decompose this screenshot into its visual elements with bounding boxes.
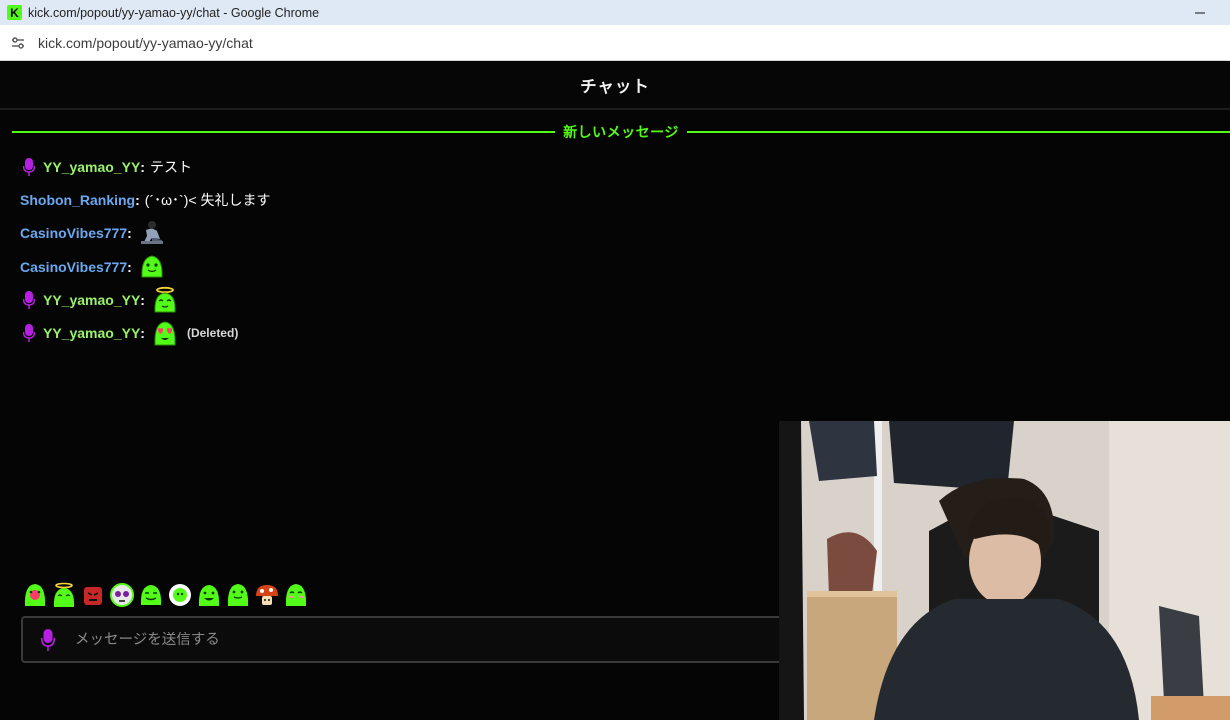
deleted-status: (Deleted) [186,326,239,341]
message-colon: : [140,325,145,342]
message-input[interactable] [75,631,675,648]
chat-header: チャット [0,62,1230,110]
chat-username[interactable]: YY_yamao_YY [43,292,140,308]
microphone-badge-icon[interactable] [20,323,37,343]
green-blob-emote[interactable] [138,253,166,281]
chat-message: CasinoVibes777: [20,217,760,250]
chat-title: チャット [580,78,650,96]
divider-line [12,131,556,133]
microphone-badge-icon[interactable] [39,628,57,651]
chat-message-list: YY_yamao_YY: テスト Shobon_Ranking: (´･ω･`)… [20,150,760,350]
browser-title-bar: K kick.com/popout/yy-yamao-yy/chat - Goo… [0,0,1230,25]
site-settings-icon[interactable] [9,34,27,52]
new-messages-divider: 新しいメッセージ [12,122,1230,142]
webcam-feed-image [779,421,1230,720]
smile-blob-emote[interactable] [138,582,164,608]
webcam-overlay [779,421,1230,720]
url-text[interactable]: kick.com/popout/yy-yamao-yy/chat [38,35,253,51]
heart-blob-emote[interactable] [22,582,48,608]
emote-quick-bar [22,582,309,608]
skull-emote[interactable] [109,582,135,608]
message-colon: : [127,225,132,242]
chat-message: YY_yamao_YY: [20,283,760,316]
chat-message: YY_yamao_YY: テスト [20,150,760,183]
window-title: kick.com/popout/yy-yamao-yy/chat - Googl… [28,5,320,20]
kick-favicon-icon: K [7,5,22,20]
angry-box-emote[interactable] [80,582,106,608]
message-colon: : [140,291,145,308]
happy-blob-emote[interactable] [196,582,222,608]
minimize-icon [1195,12,1205,14]
heart-eyes-blob-emote[interactable] [151,319,179,347]
message-text: テスト [149,158,192,175]
chat-message: YY_yamao_YY: (Deleted) [20,316,760,349]
chat-input-box[interactable] [21,616,821,663]
address-bar[interactable]: kick.com/popout/yy-yamao-yy/chat [0,25,1230,61]
minimize-button[interactable] [1192,3,1208,19]
message-colon: : [127,258,132,275]
wave-blob-emote[interactable] [225,582,251,608]
chat-username[interactable]: YY_yamao_YY [43,325,140,341]
chat-username[interactable]: CasinoVibes777 [20,225,127,241]
sitting-man-emote[interactable] [138,219,166,247]
message-colon: : [135,191,140,208]
chat-username[interactable]: Shobon_Ranking [20,192,135,208]
chat-message: CasinoVibes777: [20,250,760,283]
new-messages-label: 新しいメッセージ [563,124,679,140]
microphone-badge-icon[interactable] [20,157,37,177]
divider-line [686,131,1230,133]
flower-emote[interactable] [167,582,193,608]
chat-username[interactable]: YY_yamao_YY [43,159,140,175]
shy-blob-emote[interactable] [283,582,309,608]
microphone-badge-icon[interactable] [20,290,37,310]
message-colon: : [140,158,145,175]
message-text: (´･ω･`)< 失礼します [144,191,271,208]
angel-blob-emote[interactable] [151,286,179,314]
chat-username[interactable]: CasinoVibes777 [20,259,127,275]
mushroom-emote[interactable] [254,582,280,608]
chat-message: Shobon_Ranking: (´･ω･`)< 失礼します [20,183,760,216]
angel-blob-emote[interactable] [51,582,77,608]
